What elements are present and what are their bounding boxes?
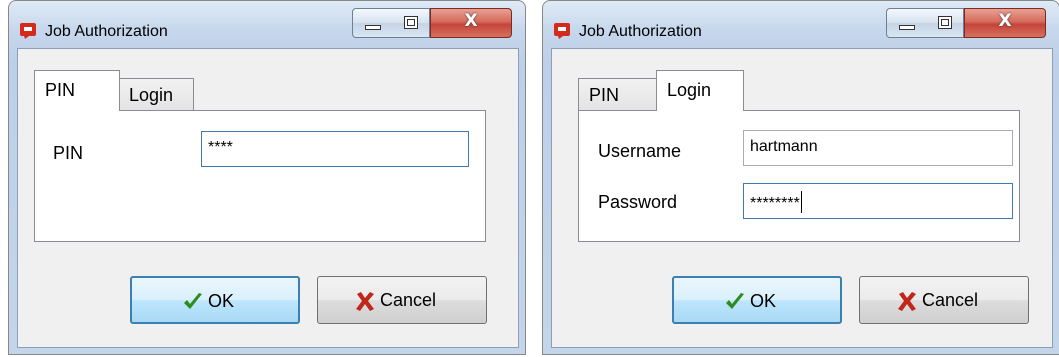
ok-label: OK	[208, 291, 235, 311]
tab-panel	[34, 110, 486, 242]
tab-pin[interactable]: PIN	[578, 78, 658, 111]
tab-login[interactable]: Login	[656, 70, 744, 111]
close-icon: X	[464, 11, 478, 31]
title-bar[interactable]: Job Authorization X	[9, 1, 525, 49]
username-value: hartmann	[750, 138, 818, 155]
checkmark-icon	[726, 293, 744, 309]
pin-field[interactable]: ****	[201, 131, 469, 167]
minimize-button[interactable]	[886, 8, 926, 38]
ok-button[interactable]: OK	[672, 276, 842, 324]
password-field[interactable]: ********	[743, 183, 1013, 219]
window-title: Job Authorization	[45, 23, 168, 40]
tab-label: PIN	[589, 85, 620, 105]
cancel-button[interactable]: Cancel	[317, 276, 487, 324]
username-field[interactable]: hartmann	[743, 130, 1013, 166]
cancel-button[interactable]: Cancel	[859, 276, 1029, 324]
app-icon	[20, 23, 36, 39]
pin-value: ****	[208, 139, 233, 156]
tab-label: PIN	[45, 80, 76, 100]
tab-label: Login	[667, 80, 712, 100]
tab-login[interactable]: Login	[118, 78, 194, 111]
checkmark-icon	[184, 293, 202, 309]
cancel-label: Cancel	[380, 290, 437, 310]
password-value: ********	[750, 195, 800, 212]
close-icon: X	[998, 11, 1012, 31]
text-caret	[800, 191, 802, 213]
job-authorization-dialog-login: Job Authorization X PIN Login Username h…	[542, 0, 1059, 357]
cancel-label: Cancel	[922, 290, 979, 310]
close-button[interactable]: X	[430, 8, 512, 38]
maximize-icon	[404, 16, 418, 29]
title-bar[interactable]: Job Authorization X	[543, 1, 1059, 49]
pin-label: PIN	[53, 143, 84, 163]
maximize-icon	[938, 16, 952, 29]
tab-pin[interactable]: PIN	[34, 70, 120, 111]
minimize-button[interactable]	[352, 8, 392, 38]
password-label: Password	[598, 192, 678, 212]
username-label: Username	[598, 141, 682, 161]
minimize-icon	[899, 25, 915, 30]
maximize-button[interactable]	[391, 8, 430, 38]
caption-buttons: X	[886, 8, 1048, 38]
ok-label: OK	[750, 291, 777, 311]
close-button[interactable]: X	[964, 8, 1046, 38]
ok-button[interactable]: OK	[130, 276, 300, 324]
app-icon	[554, 23, 570, 39]
job-authorization-dialog-pin: Job Authorization X PIN Login PIN **** O…	[8, 0, 528, 357]
caption-buttons: X	[352, 8, 514, 38]
x-cancel-icon	[898, 292, 916, 311]
maximize-button[interactable]	[925, 8, 964, 38]
window-title: Job Authorization	[579, 23, 702, 40]
minimize-icon	[365, 25, 381, 30]
tab-label: Login	[129, 85, 174, 105]
x-cancel-icon	[356, 292, 374, 311]
